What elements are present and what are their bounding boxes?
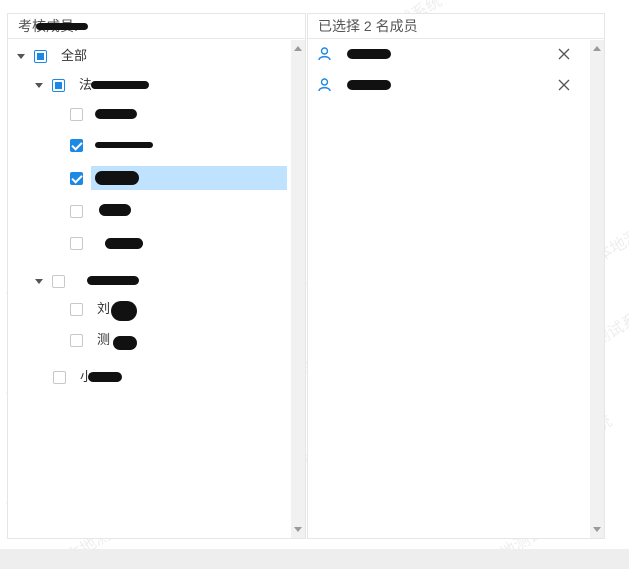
member-tree: 全部 法 刘 测 小: [8, 40, 289, 538]
tree-checkbox[interactable]: [70, 236, 83, 250]
tree-node-group-3[interactable]: 小: [8, 364, 289, 390]
selected-members-header: 已选择 2 名成员: [308, 14, 604, 39]
scroll-down-arrow-icon[interactable]: [294, 527, 302, 532]
tree-node-label: [91, 199, 131, 223]
redaction-mark: [105, 238, 143, 249]
tree-node-label: [91, 231, 143, 255]
tree-node-member[interactable]: 测: [8, 327, 289, 353]
redaction-mark: [88, 372, 122, 382]
tree-node-all[interactable]: 全部: [8, 43, 289, 69]
tree-node-member-selected[interactable]: [8, 165, 289, 191]
tree-node-label: 全部: [61, 48, 88, 63]
selected-member-item: [318, 72, 570, 98]
redaction-mark: [111, 301, 137, 321]
tree-checkbox[interactable]: [52, 78, 65, 92]
tree-checkbox[interactable]: [53, 370, 66, 384]
tree-node-member[interactable]: [8, 132, 289, 158]
remove-member-button[interactable]: [558, 79, 570, 91]
redaction-mark: [95, 142, 153, 148]
member-name: [337, 46, 397, 62]
selected-member-item: [318, 41, 570, 67]
redaction-mark: [91, 81, 149, 89]
scroll-up-arrow-icon[interactable]: [593, 46, 601, 51]
redaction-mark: [113, 336, 137, 350]
redaction-mark: [95, 171, 139, 185]
tree-node-group-2[interactable]: [8, 268, 289, 294]
tree-node-member[interactable]: [8, 198, 289, 224]
tree-node-label: 测: [91, 328, 137, 352]
tree-node-label: [73, 269, 139, 293]
scroll-up-arrow-icon[interactable]: [294, 46, 302, 51]
tree-scrollbar[interactable]: [291, 40, 305, 538]
redaction-mark: [347, 49, 391, 59]
tree-checkbox[interactable]: [70, 302, 83, 316]
selected-members-title: 已选择 2 名成员: [318, 18, 418, 34]
expand-arrow-icon[interactable]: [35, 278, 43, 284]
remove-member-button[interactable]: [558, 48, 570, 60]
tree-checkbox[interactable]: [70, 204, 83, 218]
redaction-mark: [99, 204, 131, 216]
expand-arrow-icon[interactable]: [17, 53, 25, 59]
tree-node-label: [91, 102, 137, 126]
tree-checkbox[interactable]: [70, 107, 83, 121]
redaction-mark: [95, 109, 137, 119]
tree-node-label: [91, 133, 153, 157]
tree-node-label: [91, 166, 287, 190]
user-icon: [318, 47, 331, 61]
member-tree-header: 考核成员:: [8, 14, 305, 39]
tree-checkbox[interactable]: [52, 274, 65, 288]
member-name: [337, 77, 397, 93]
tree-node-group-1[interactable]: 法: [8, 72, 289, 98]
tree-checkbox[interactable]: [70, 333, 83, 347]
user-icon: [318, 78, 331, 92]
tree-node-member[interactable]: [8, 230, 289, 256]
tree-checkbox[interactable]: [70, 138, 83, 152]
selected-members-list: [308, 40, 588, 538]
expand-arrow-icon[interactable]: [35, 82, 43, 88]
tree-node-label: 小: [74, 365, 122, 389]
redaction-mark: [87, 276, 139, 285]
tree-checkbox[interactable]: [34, 49, 47, 63]
redaction-mark: [36, 23, 88, 30]
member-tree-panel: 考核成员: 全部 法: [7, 13, 306, 539]
tree-node-label: 法: [73, 73, 149, 97]
scroll-down-arrow-icon[interactable]: [593, 527, 601, 532]
tree-checkbox[interactable]: [70, 171, 83, 185]
redaction-mark: [347, 80, 391, 90]
footer-bar: [0, 549, 629, 569]
selected-list-scrollbar[interactable]: [590, 40, 604, 538]
tree-node-member[interactable]: 刘: [8, 296, 289, 322]
selected-members-panel: 已选择 2 名成员: [307, 13, 605, 539]
tree-node-label: 刘: [91, 297, 137, 321]
tree-node-member[interactable]: [8, 101, 289, 127]
